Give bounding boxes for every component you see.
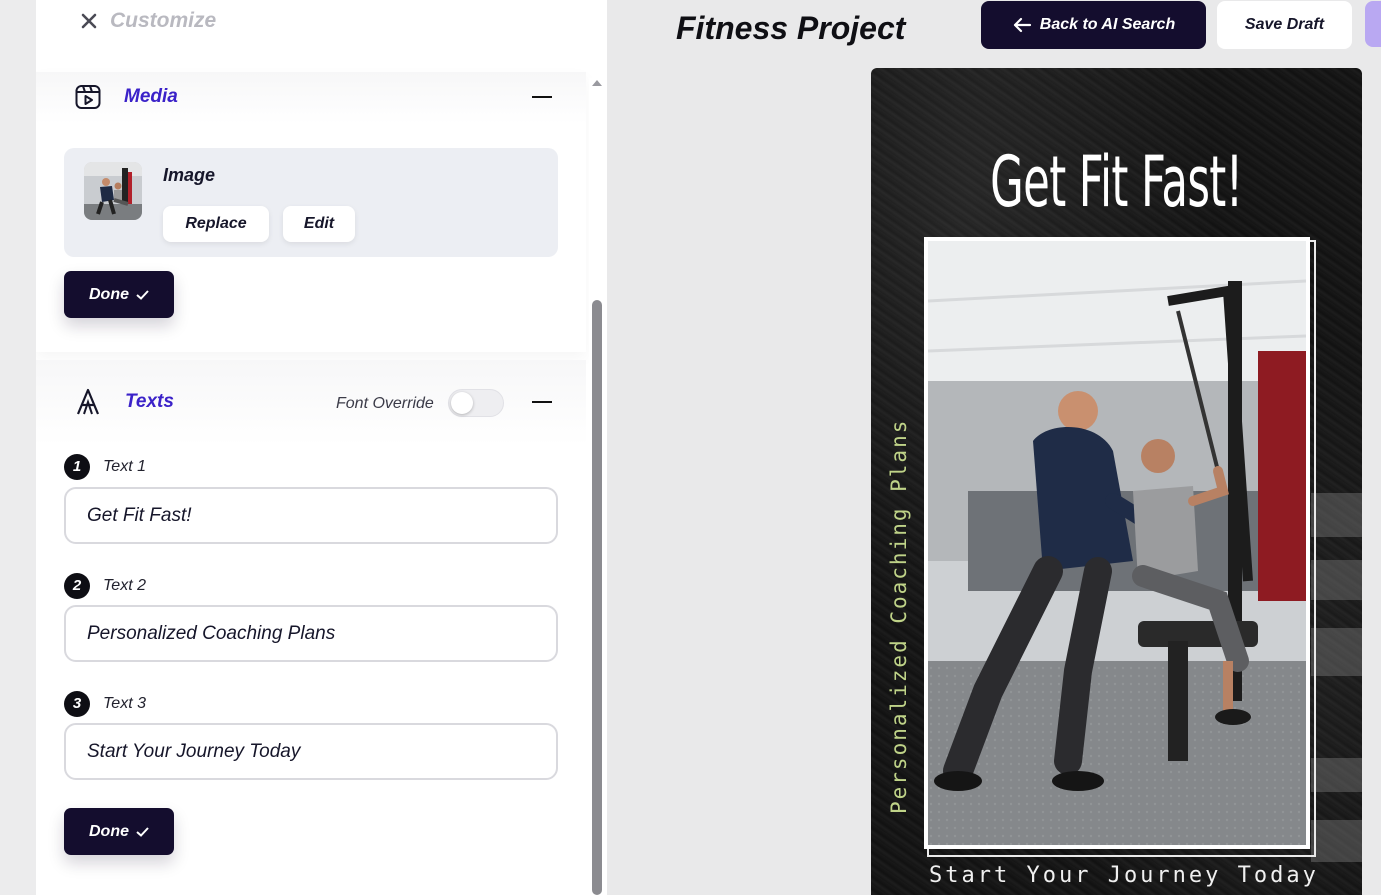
media-image-card: Image Replace Edit xyxy=(64,148,558,257)
scroll-up-arrow-icon[interactable] xyxy=(592,80,602,86)
media-title[interactable]: Media xyxy=(124,85,178,109)
image-thumbnail[interactable] xyxy=(84,162,142,220)
text-1-input[interactable] xyxy=(64,487,558,544)
font-override-label: Font Override xyxy=(336,395,434,412)
poster-side-text[interactable]: Personalized Coaching Plans xyxy=(885,419,913,814)
project-title: Fitness Project xyxy=(676,10,906,46)
toggle-knob xyxy=(451,392,473,414)
text-1-label: Text 1 xyxy=(103,458,146,475)
tape-decoration xyxy=(1311,628,1362,676)
font-icon xyxy=(74,388,102,416)
edit-button[interactable]: Edit xyxy=(283,206,355,242)
media-icon xyxy=(74,83,102,111)
media-section: Media Image Replace Edit Done xyxy=(36,72,586,352)
panel-header: Customize xyxy=(36,0,607,72)
poster-photo[interactable] xyxy=(924,237,1310,849)
tape-decoration xyxy=(1311,493,1362,537)
texts-title[interactable]: Texts xyxy=(125,390,174,414)
panel-title: Customize xyxy=(110,9,217,32)
replace-button[interactable]: Replace xyxy=(163,206,269,242)
poster-bottom-text[interactable]: Start Your Journey Today xyxy=(929,863,1319,888)
close-icon[interactable] xyxy=(76,8,102,34)
check-icon xyxy=(136,826,149,837)
poster-headline[interactable]: Get Fit Fast! xyxy=(964,140,1268,224)
tape-decoration xyxy=(1311,820,1362,862)
texts-section: Texts Font Override 1 Text 1 2 Text 2 3 … xyxy=(36,360,586,890)
media-done-button[interactable]: Done xyxy=(64,271,174,318)
texts-collapse-button[interactable] xyxy=(530,390,554,414)
left-gutter xyxy=(0,0,36,895)
publish-button[interactable] xyxy=(1365,1,1381,47)
customize-panel: Customize Media Image Replace Edit Done … xyxy=(36,0,607,895)
back-to-ai-search-button[interactable]: Back to AI Search xyxy=(981,1,1206,49)
media-done-label: Done xyxy=(89,285,129,303)
media-collapse-button[interactable] xyxy=(530,85,554,109)
scrollbar-thumb[interactable] xyxy=(592,300,602,895)
font-override-toggle[interactable] xyxy=(448,389,504,417)
save-draft-button[interactable]: Save Draft xyxy=(1217,1,1352,49)
text-3-label: Text 3 xyxy=(103,695,146,712)
text-2-label: Text 2 xyxy=(103,577,146,594)
text-2-number: 2 xyxy=(64,573,90,599)
text-3-input[interactable] xyxy=(64,723,558,780)
texts-done-label: Done xyxy=(89,822,129,840)
text-1-number: 1 xyxy=(64,454,90,480)
tape-decoration xyxy=(1311,560,1362,600)
image-label: Image xyxy=(163,165,216,185)
arrow-left-icon xyxy=(1013,17,1031,33)
check-icon xyxy=(136,289,149,300)
texts-done-button[interactable]: Done xyxy=(64,808,174,855)
tape-decoration xyxy=(1311,758,1362,792)
poster-preview[interactable]: Get Fit Fast! Personalized Coaching Plan… xyxy=(871,68,1362,895)
text-2-input[interactable] xyxy=(64,605,558,662)
text-3-number: 3 xyxy=(64,691,90,717)
back-button-label: Back to AI Search xyxy=(1039,16,1176,33)
media-section-header[interactable] xyxy=(36,72,586,124)
